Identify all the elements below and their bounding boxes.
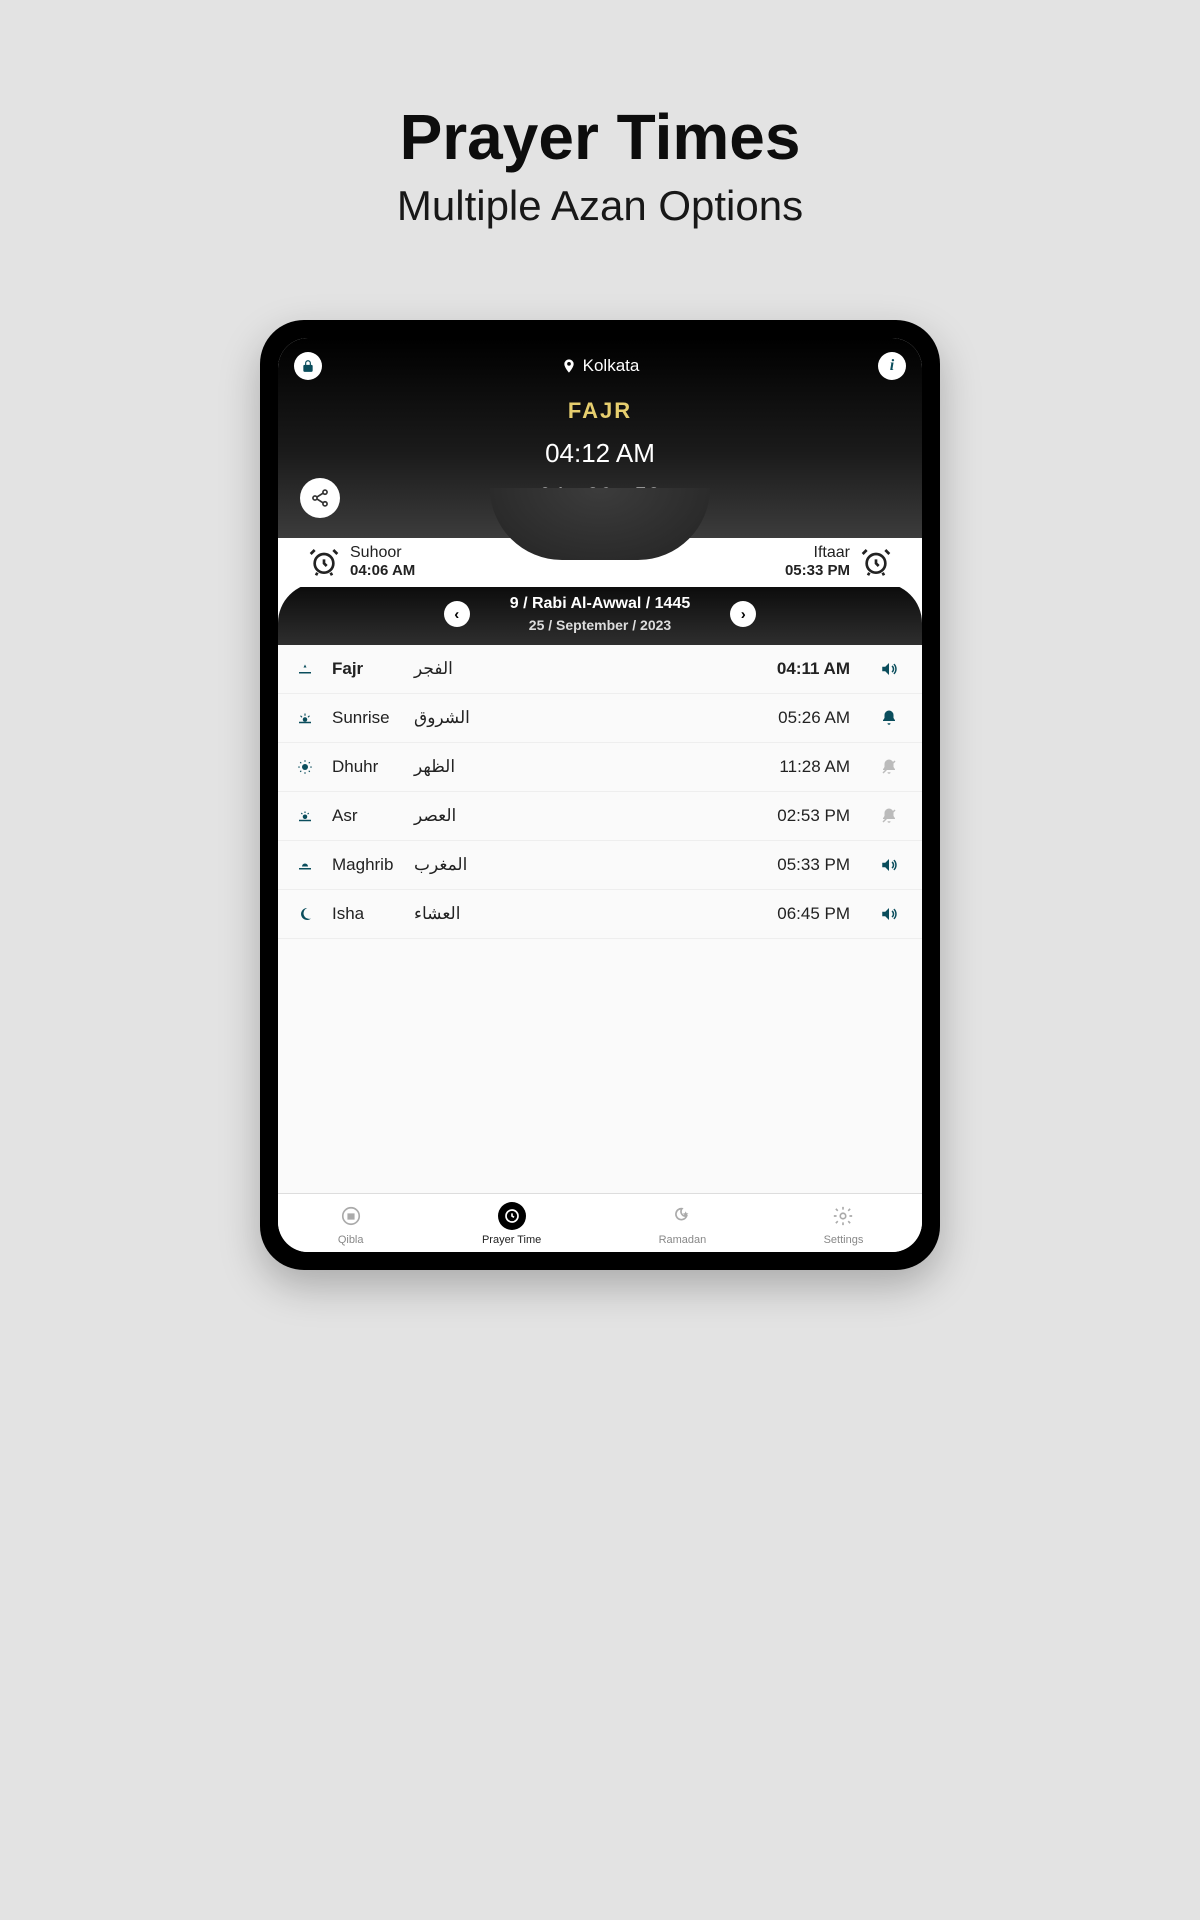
prayer-row-asr[interactable]: Asrالعصر 02:53 PM [278,792,922,841]
gregorian-date: 25 / September / 2023 [510,617,691,633]
prayer-icon [296,856,322,874]
prayer-arabic: العشاء [414,904,460,924]
nav-prayer-time[interactable]: Prayer Time [482,1202,541,1246]
suhoor-time: 04:06 AM [350,562,415,579]
suhoor-label: Suhoor [350,544,415,562]
lock-icon [301,359,315,373]
sound-toggle[interactable] [874,660,904,678]
lock-button[interactable] [294,352,322,380]
alarm-clock-icon [308,546,340,578]
prayer-icon [296,709,322,727]
sound-toggle[interactable] [874,905,904,923]
iftaar-block[interactable]: Iftaar 05:33 PM [785,544,892,579]
prayer-icon [296,905,322,923]
prev-date-button[interactable]: ‹ [444,601,470,627]
nav-settings[interactable]: Settings [824,1202,864,1246]
current-prayer-time: 04:12 AM [294,438,906,469]
nav-label: Qibla [338,1234,364,1246]
current-prayer-name: FAJR [294,398,906,424]
share-button[interactable] [300,478,340,518]
share-icon [310,488,330,508]
bottom-nav: Qibla Prayer Time Ramadan Settings [278,1193,922,1252]
location-text: Kolkata [583,356,640,376]
prayer-icon [296,758,322,776]
iftaar-label: Iftaar [785,544,850,562]
info-icon: i [890,357,894,375]
prayer-time: 11:28 AM [779,757,850,777]
date-strip: ‹ 9 / Rabi Al-Awwal / 1445 25 / Septembe… [278,583,922,645]
prayer-arabic: الظهر [414,757,455,777]
suhoor-block[interactable]: Suhoor 04:06 AM [308,544,415,579]
meal-times-row: Suhoor 04:06 AM Iftaar 05:33 PM [278,538,922,587]
sound-toggle[interactable] [874,807,904,825]
prayer-list: Fajrالفجر 04:11 AM Sunriseالشروق 05:26 AM Dh… [278,645,922,1193]
nav-label: Prayer Time [482,1234,541,1246]
tablet-frame: Kolkata i FAJR 04:12 AM 04 : 39 : 53 [260,320,940,1270]
location-display[interactable]: Kolkata [561,356,640,376]
prayer-time: 05:26 AM [778,708,850,728]
hijri-date: 9 / Rabi Al-Awwal / 1445 [510,595,691,613]
prayer-arabic: الشروق [414,708,470,728]
prayer-row-dhuhr[interactable]: Dhuhrالظهر 11:28 AM [278,743,922,792]
sound-toggle[interactable] [874,709,904,727]
prayer-row-sunrise[interactable]: Sunriseالشروق 05:26 AM [278,694,922,743]
gear-icon [829,1202,857,1230]
tablet-screen: Kolkata i FAJR 04:12 AM 04 : 39 : 53 [278,338,922,1252]
prayer-arabic: الفجر [414,659,453,679]
sound-toggle[interactable] [874,758,904,776]
prayer-time: 05:33 PM [777,855,850,875]
clock-icon [498,1202,526,1230]
prayer-name: Maghrib [332,855,414,875]
prayer-name: Fajr [332,659,414,679]
chevron-left-icon: ‹ [454,606,459,623]
sound-toggle[interactable] [874,856,904,874]
alarm-clock-icon [860,546,892,578]
prayer-time: 06:45 PM [777,904,850,924]
prayer-time: 04:11 AM [777,659,850,679]
prayer-name: Dhuhr [332,757,414,777]
prayer-icon [296,807,322,825]
nav-label: Ramadan [659,1234,707,1246]
prayer-arabic: المغرب [414,855,467,875]
nav-ramadan[interactable]: Ramadan [659,1202,707,1246]
prayer-row-isha[interactable]: Ishaالعشاء 06:45 PM [278,890,922,939]
prayer-icon [296,660,322,678]
nav-label: Settings [824,1234,864,1246]
prayer-name: Sunrise [332,708,414,728]
info-button[interactable]: i [878,352,906,380]
prayer-row-maghrib[interactable]: Maghribالمغرب 05:33 PM [278,841,922,890]
prayer-name: Asr [332,806,414,826]
promo-title: Prayer Times [400,100,801,174]
iftaar-time: 05:33 PM [785,562,850,579]
nav-qibla[interactable]: Qibla [337,1202,365,1246]
next-date-button[interactable]: › [730,601,756,627]
qibla-icon [337,1202,365,1230]
promo-subtitle: Multiple Azan Options [397,182,803,230]
prayer-row-fajr[interactable]: Fajrالفجر 04:11 AM [278,645,922,694]
prayer-name: Isha [332,904,414,924]
chevron-right-icon: › [741,606,746,623]
moon-star-icon [668,1202,696,1230]
location-pin-icon [561,358,577,374]
prayer-arabic: العصر [414,806,456,826]
prayer-time: 02:53 PM [777,806,850,826]
